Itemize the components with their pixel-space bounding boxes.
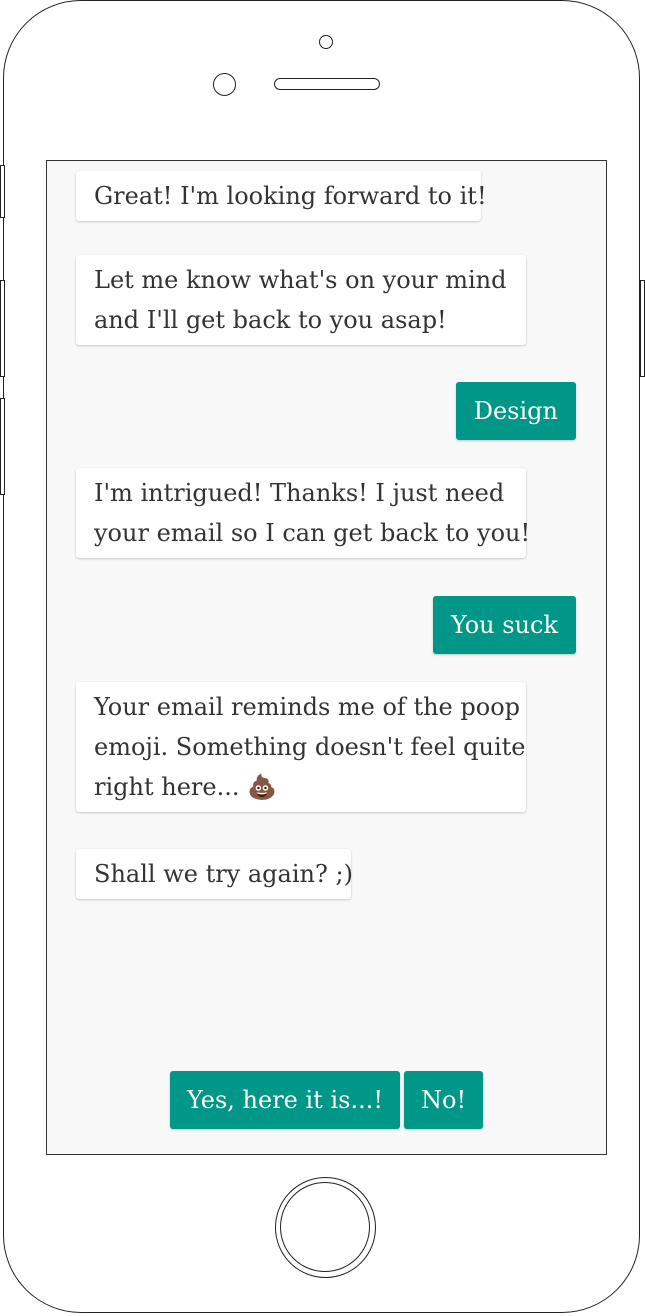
front-camera-icon xyxy=(319,35,333,49)
button-label: Yes, here it is...! xyxy=(187,1086,383,1114)
message-line: I'm intrigued! Thanks! I just need xyxy=(94,479,505,507)
user-reply-bubble: You suck xyxy=(432,596,576,654)
reply-text: You suck xyxy=(450,611,558,639)
bot-message: Your email reminds me of the poop emoji.… xyxy=(76,682,526,812)
message-text: Shall we try again? ;) xyxy=(94,860,353,888)
bot-message: Great! I'm looking forward to it! xyxy=(76,171,487,221)
power-button xyxy=(640,280,645,377)
home-button-ring xyxy=(280,1182,370,1272)
message-line: and I'll get back to you asap! xyxy=(94,306,447,334)
mute-switch xyxy=(0,165,5,218)
yes-here-it-is-button[interactable]: Yes, here it is...! xyxy=(170,1071,400,1129)
message-line: Let me know what's on your mind xyxy=(94,266,507,294)
message-text: Great! I'm looking forward to it! xyxy=(94,182,487,210)
volume-up-button xyxy=(0,280,5,377)
message-line: right here... 💩 xyxy=(94,773,277,801)
message-line: your email so I can get back to you! xyxy=(94,519,531,547)
reply-text: Design xyxy=(473,397,558,425)
sensor-icon xyxy=(213,73,236,96)
chat-screen: Great! I'm looking forward to it! Let me… xyxy=(46,160,607,1155)
message-line: emoji. Something doesn't feel quite xyxy=(94,733,526,761)
no-button[interactable]: No! xyxy=(404,1071,484,1129)
volume-down-button xyxy=(0,398,5,495)
button-label: No! xyxy=(421,1086,467,1114)
message-line: Your email reminds me of the poop xyxy=(94,693,520,721)
bot-message: Shall we try again? ;) xyxy=(76,849,353,899)
home-button[interactable] xyxy=(275,1177,376,1278)
user-reply-bubble: Design xyxy=(455,382,576,440)
phone-frame: Great! I'm looking forward to it! Let me… xyxy=(3,0,640,1313)
speaker-grille xyxy=(274,78,380,90)
bot-message: Let me know what's on your mind and I'll… xyxy=(76,255,526,345)
bot-message: I'm intrigued! Thanks! I just need your … xyxy=(76,468,531,558)
